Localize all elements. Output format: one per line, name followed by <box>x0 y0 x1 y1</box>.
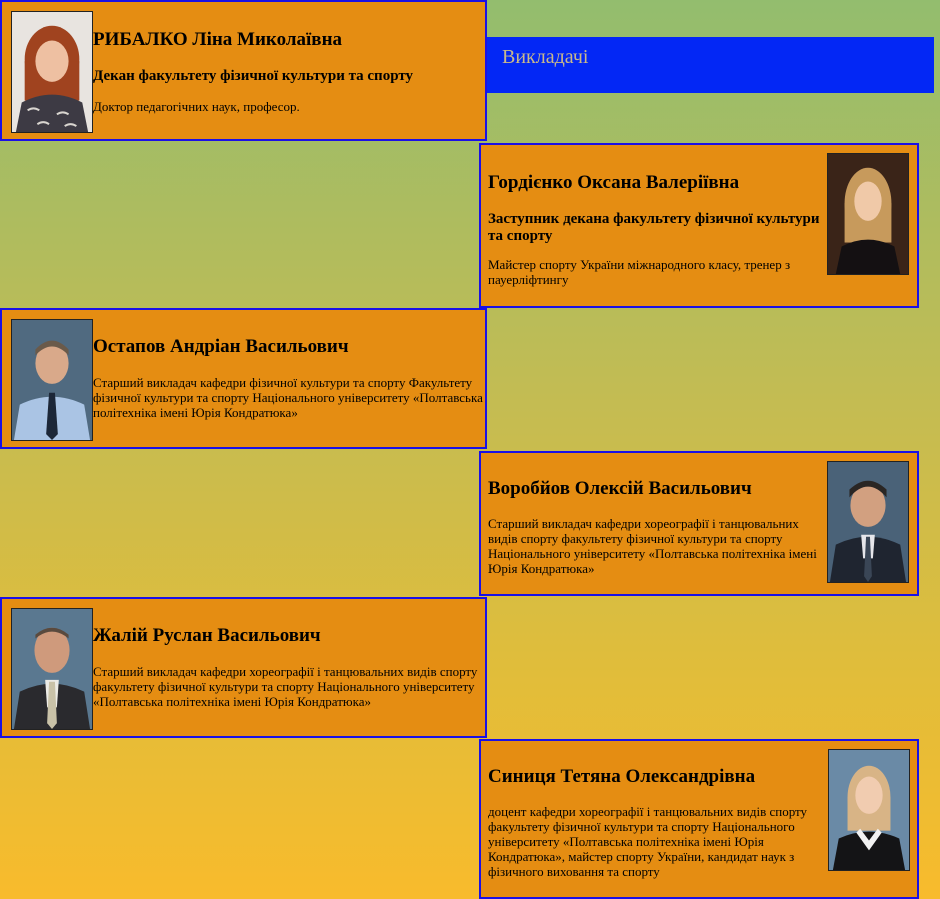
staff-description: доцент кафедри хореографії і танцювальни… <box>488 804 808 879</box>
staff-position: Декан факультету фізичної культури та сп… <box>93 68 414 84</box>
staff-description: Старший викладач кафедри фізичної культу… <box>93 375 483 420</box>
staff-name: Остапов Андріан Васильович <box>93 336 349 357</box>
staff-photo <box>11 11 93 133</box>
staff-card: Гордієнко Оксана Валеріївна Заступник де… <box>479 143 919 308</box>
staff-card: Остапов Андріан Васильович Старший викла… <box>0 308 487 449</box>
staff-card: Синиця Тетяна Олександрівна доцент кафед… <box>479 739 919 899</box>
staff-photo <box>11 608 93 730</box>
staff-description: Старший викладач кафедри хореографії і т… <box>93 664 478 709</box>
staff-photo <box>827 461 909 583</box>
staff-photo <box>11 319 93 441</box>
staff-name: РИБАЛКО Ліна Миколаївна <box>93 29 343 50</box>
staff-name: Синиця Тетяна Олександрівна <box>488 766 756 787</box>
page-title: Викладачі <box>502 46 589 68</box>
staff-photo <box>828 749 910 871</box>
staff-card: РИБАЛКО Ліна Миколаївна Декан факультету… <box>0 0 487 141</box>
staff-name: Гордієнко Оксана Валеріївна <box>488 172 740 193</box>
staff-description: Доктор педагогічних наук, професор. <box>93 99 300 114</box>
page-title-bar: Викладачі <box>486 37 934 93</box>
staff-description: Майстер спорту України міжнародного клас… <box>488 257 791 287</box>
staff-name: Воробйов Олексій Васильович <box>488 478 752 499</box>
staff-card: Воробйов Олексій Васильович Старший викл… <box>479 451 919 596</box>
staff-name: Жалій Руслан Васильович <box>93 625 321 646</box>
staff-description: Старший викладач кафедри хореографії і т… <box>488 516 817 576</box>
staff-photo <box>827 153 909 275</box>
staff-card: Жалій Руслан Васильович Старший викладач… <box>0 597 487 738</box>
staff-position: Заступник декана факультету фізичної кул… <box>488 211 820 244</box>
